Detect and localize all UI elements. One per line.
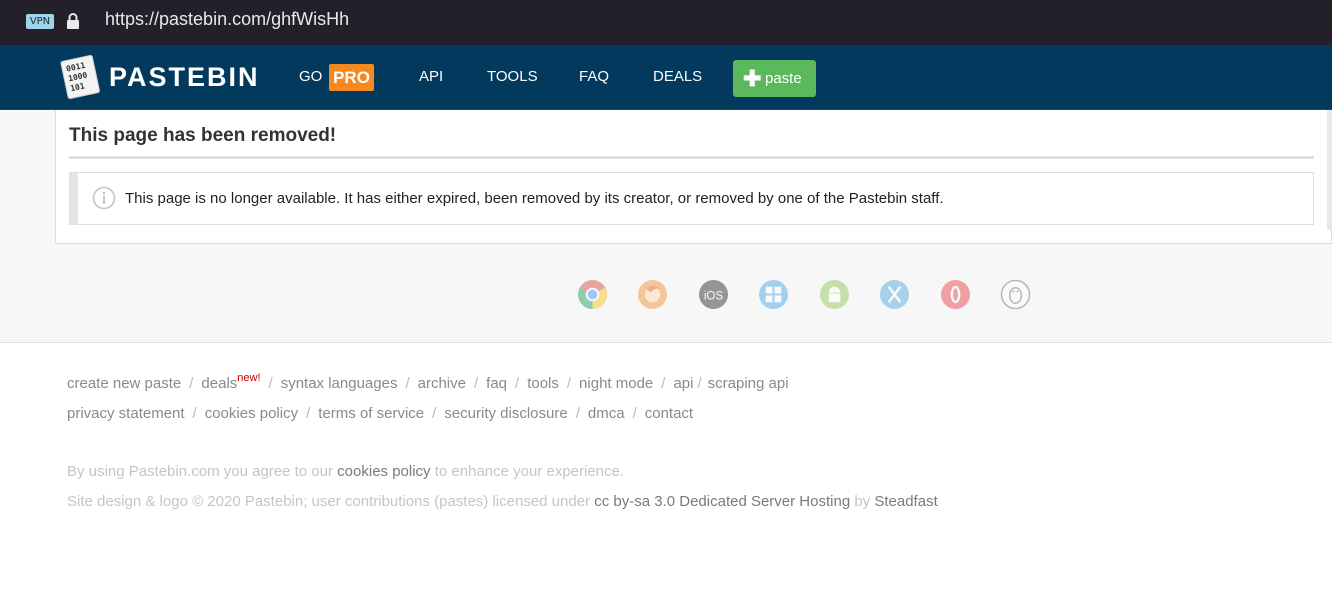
nav-deals[interactable]: DEALS <box>653 68 702 85</box>
chrome-icon[interactable] <box>577 279 608 310</box>
lock-icon <box>67 13 79 29</box>
footer-link-cookies-policy[interactable]: cookies policy <box>205 405 298 422</box>
cookie-notice-post: to enhance your experience. <box>434 463 625 480</box>
footer-link-terms-of-service[interactable]: terms of service <box>318 405 424 422</box>
paste-button-label: paste <box>765 70 802 87</box>
pro-badge[interactable]: PRO <box>329 64 374 91</box>
by-text: by <box>854 493 871 510</box>
ios-label: iOS <box>704 289 724 302</box>
vpn-badge[interactable]: VPN <box>26 14 54 29</box>
footer-link-dmca[interactable]: dmca <box>588 405 625 422</box>
new-badge: new! <box>237 372 261 384</box>
footer-link-night-mode[interactable]: night mode <box>579 375 653 392</box>
new-paste-button[interactable]: ✚ paste <box>733 60 816 97</box>
removed-notice-card: This page has been removed! This page is… <box>55 110 1332 244</box>
url-field[interactable]: https://pastebin.com/ghfWisHh <box>105 9 349 30</box>
nav-faq[interactable]: FAQ <box>579 68 609 85</box>
title-divider <box>69 156 1314 159</box>
footer-links-row-1: create new paste / dealsnew! / syntax langua… <box>67 372 789 392</box>
cookie-notice-pre: By using Pastebin.com you agree to our <box>67 463 333 480</box>
footer-link-archive[interactable]: archive <box>418 375 466 392</box>
macos-icon[interactable] <box>879 279 910 310</box>
footer-link-scraping-api[interactable]: scraping api <box>708 375 789 392</box>
footer-link-tools[interactable]: tools <box>527 375 559 392</box>
cc-license-link[interactable]: cc by-sa 3.0 <box>594 493 675 510</box>
footer-separator: / <box>473 375 479 392</box>
info-circle-icon <box>92 186 116 210</box>
scrollbar[interactable] <box>1327 110 1332 230</box>
footer-links-row-2: privacy statement / cookies policy / terms o… <box>67 403 693 422</box>
footer-separator: / <box>306 405 311 422</box>
footer-link-create-new-paste[interactable]: create new paste <box>67 375 181 392</box>
android-icon[interactable] <box>819 279 850 310</box>
footer-link-faq[interactable]: faq <box>486 375 507 392</box>
footer-separator: / <box>189 375 194 392</box>
logo-text[interactable]: PASTEBIN <box>109 62 260 93</box>
footer-separator: / <box>566 375 572 392</box>
footer-separator: / <box>632 405 637 422</box>
linux-icon[interactable] <box>1000 279 1031 310</box>
footer-link-syntax-languages[interactable]: syntax languages <box>281 375 398 392</box>
cookie-policy-link[interactable]: cookies policy <box>337 463 430 480</box>
notice-message: This page is no longer available. It has… <box>125 190 944 207</box>
nav-api[interactable]: API <box>419 68 443 85</box>
site-header: 0011 1000 101 PASTEBIN GO PRO API TOOLS … <box>0 45 1332 110</box>
footer-link-api[interactable]: api <box>673 375 693 392</box>
browser-address-bar: VPN https://pastebin.com/ghfWisHh <box>0 0 1332 45</box>
cookie-notice: By using Pastebin.com you agree to our c… <box>67 463 624 480</box>
pastebin-logo-icon[interactable]: 0011 1000 101 <box>58 52 102 100</box>
footer-link-deals[interactable]: deals <box>201 375 237 392</box>
page-title: This page has been removed! <box>69 125 337 146</box>
license-line: Site design & logo © 2020 Pastebin; user… <box>67 493 938 510</box>
footer-separator: / <box>268 375 273 392</box>
footer-link-security-disclosure[interactable]: security disclosure <box>444 405 567 422</box>
firefox-icon[interactable] <box>637 279 668 310</box>
ios-icon[interactable]: iOS <box>698 279 729 310</box>
footer-separator: / <box>515 375 520 392</box>
footer-separator: / <box>432 405 437 422</box>
footer-separator: / <box>661 375 666 392</box>
windows-icon[interactable] <box>758 279 789 310</box>
footer-separator: / <box>697 375 702 392</box>
nav-tools[interactable]: TOOLS <box>487 68 538 85</box>
footer-link-privacy-statement[interactable]: privacy statement <box>67 405 185 422</box>
footer-separator: / <box>192 405 197 422</box>
license-text: Site design & logo © 2020 Pastebin; user… <box>67 493 591 510</box>
nav-go[interactable]: GO <box>299 68 322 85</box>
footer-separator: / <box>575 405 580 422</box>
opera-icon[interactable] <box>940 279 971 310</box>
main-area: This page has been removed! This page is… <box>0 110 1332 343</box>
notice-box: This page is no longer available. It has… <box>69 172 1314 225</box>
steadfast-link[interactable]: Steadfast <box>874 493 937 510</box>
hosting-link[interactable]: Dedicated Server Hosting <box>679 493 850 510</box>
footer-separator: / <box>405 375 410 392</box>
plus-icon: ✚ <box>743 66 762 91</box>
footer-link-contact[interactable]: contact <box>645 405 693 422</box>
